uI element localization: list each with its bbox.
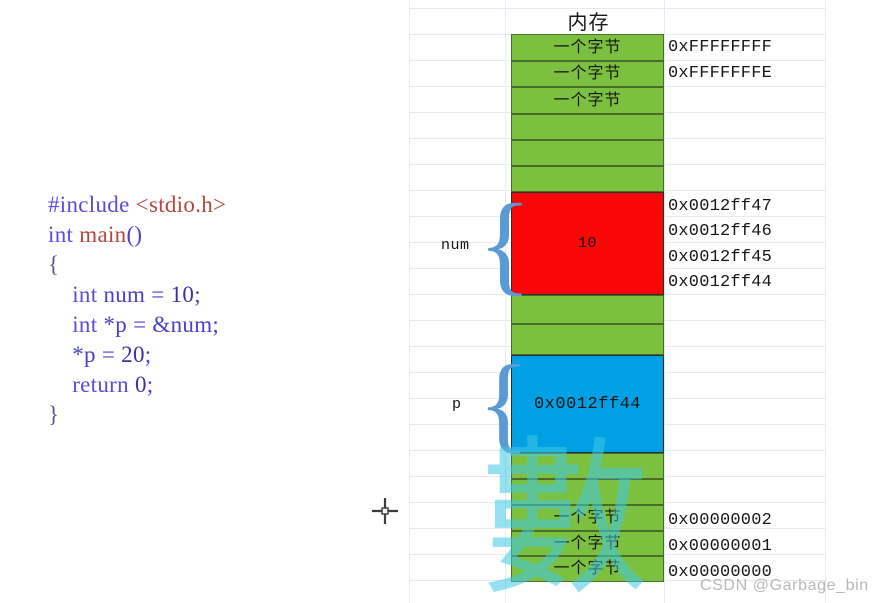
code-token: int bbox=[48, 222, 74, 247]
variable-name-label: p bbox=[452, 396, 462, 413]
memory-cell-label: 一个字节 bbox=[553, 65, 622, 82]
memory-cell-green: 一个字节 bbox=[511, 87, 664, 114]
memory-cell-green bbox=[511, 453, 664, 479]
memory-cell-red: 10 bbox=[511, 192, 664, 295]
memory-cell-label: 一个字节 bbox=[553, 38, 622, 56]
code-line: return 0; bbox=[48, 370, 226, 400]
memory-address-label: 0x00000002 bbox=[668, 511, 773, 530]
memory-address-label: 0x00000001 bbox=[668, 537, 773, 556]
memory-address-label: 0x0012ff44 bbox=[668, 273, 773, 292]
code-token: int bbox=[72, 312, 98, 337]
memory-cell-label: 10 bbox=[577, 235, 597, 252]
move-crosshair-cursor[interactable] bbox=[371, 497, 399, 525]
memory-cell-green bbox=[511, 114, 664, 140]
code-token: 0 bbox=[134, 372, 147, 397]
memory-cell-label: 0x0012ff44 bbox=[533, 394, 642, 414]
code-line: *p = 20; bbox=[48, 340, 226, 370]
memory-cell-label: 一个字节 bbox=[553, 509, 622, 526]
code-token: { bbox=[48, 252, 60, 277]
memory-cell-green: 一个字节 bbox=[511, 556, 664, 582]
code-token: } bbox=[48, 402, 60, 427]
figure-canvas: #include <stdio.h> int main(){ int num = … bbox=[0, 0, 875, 603]
curly-brace-icon: { bbox=[478, 182, 532, 306]
memory-cell-green bbox=[511, 479, 664, 505]
code-line: } bbox=[48, 400, 226, 430]
memory-address-label: 0x0012ff46 bbox=[668, 222, 773, 241]
csdn-watermark-text: CSDN @Garbage_bin bbox=[700, 577, 869, 594]
memory-cell-green bbox=[511, 324, 664, 355]
code-line: int *p = &num; bbox=[48, 310, 226, 340]
code-token: 20 bbox=[121, 342, 145, 367]
memory-cell-green: 一个字节 bbox=[511, 34, 664, 61]
code-token: ; bbox=[194, 282, 201, 307]
memory-cell-green: 一个字节 bbox=[511, 61, 664, 87]
memory-column-title: 内存 bbox=[567, 12, 610, 34]
code-token: #include bbox=[48, 192, 130, 217]
code-token: <stdio.h> bbox=[135, 192, 227, 217]
code-line: int main() bbox=[48, 220, 226, 250]
code-token: 10 bbox=[170, 282, 195, 307]
memory-cell-green bbox=[511, 140, 664, 166]
memory-address-label: 0x0012ff45 bbox=[668, 248, 773, 267]
memory-address-label: 0x0012ff47 bbox=[668, 197, 773, 216]
memory-cell-green bbox=[511, 295, 664, 324]
code-token: *p = &num; bbox=[97, 312, 220, 337]
code-token: main bbox=[79, 222, 127, 247]
memory-cell-green: 一个字节 bbox=[511, 505, 664, 531]
memory-cell-label: 一个字节 bbox=[553, 560, 622, 577]
code-token: ; bbox=[146, 372, 154, 397]
code-token: ; bbox=[144, 342, 152, 367]
memory-address-label: 0xFFFFFFFF bbox=[668, 38, 773, 57]
memory-cell-blue: 0x0012ff44 bbox=[511, 355, 664, 453]
grid-column-line bbox=[664, 0, 665, 603]
memory-cell-label: 一个字节 bbox=[553, 534, 622, 552]
variable-name-label: num bbox=[441, 237, 470, 254]
code-token: () bbox=[126, 222, 143, 247]
grid-column-line bbox=[409, 0, 410, 603]
memory-cell-green: 一个字节 bbox=[511, 531, 664, 556]
source-code-block: #include <stdio.h> int main(){ int num = … bbox=[48, 190, 226, 430]
curly-brace-icon: { bbox=[478, 344, 530, 463]
memory-address-label: 0xFFFFFFFE bbox=[668, 64, 773, 83]
code-token: return bbox=[72, 372, 129, 397]
code-line: int num = 10; bbox=[48, 280, 226, 310]
grid-column-line bbox=[825, 0, 826, 603]
code-line: #include <stdio.h> bbox=[48, 190, 226, 220]
code-token: num = bbox=[97, 282, 171, 307]
code-token: int bbox=[72, 282, 98, 307]
memory-cell-green bbox=[511, 166, 664, 192]
code-line: { bbox=[48, 250, 226, 280]
memory-cell-label: 一个字节 bbox=[553, 91, 622, 109]
code-token: *p = bbox=[48, 342, 122, 367]
